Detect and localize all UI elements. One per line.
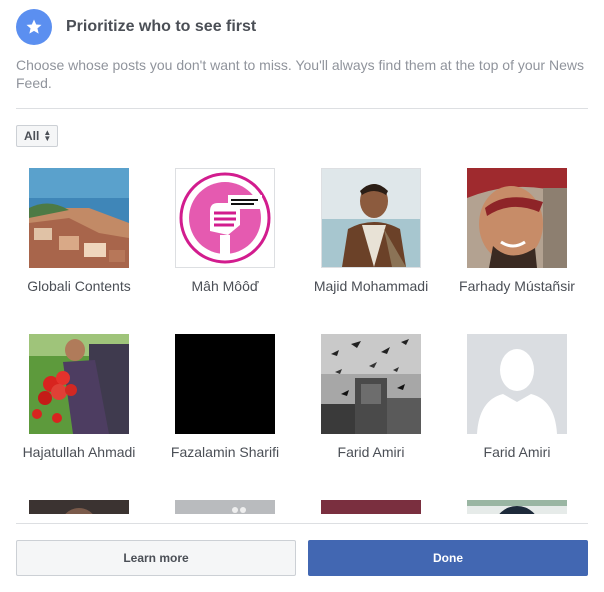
profile-photo — [467, 168, 567, 268]
star-icon — [16, 9, 52, 45]
sort-arrows-icon: ▲ ▼ — [43, 128, 52, 143]
profile-photo — [29, 168, 129, 268]
divider — [16, 523, 588, 524]
person-card[interactable]: Majid Mohammadi — [298, 168, 444, 294]
person-name: Farid Amiri — [337, 444, 405, 460]
filter-dropdown[interactable]: All ▲ ▼ — [16, 125, 59, 147]
dialog-header: Prioritize who to see first — [16, 9, 256, 45]
person-card[interactable]: Mâh Môôď — [152, 168, 298, 294]
filter-selected-value: All — [24, 129, 40, 143]
dialog-description: Choose whose posts you don't want to mis… — [16, 57, 584, 91]
person-name: Majid Mohammadi — [313, 278, 429, 294]
profile-photo — [321, 168, 421, 268]
person-card[interactable] — [6, 500, 152, 514]
profile-photo — [175, 334, 275, 434]
learn-more-button[interactable]: Learn more — [16, 540, 296, 576]
person-name: Globali Contents — [27, 278, 131, 294]
done-button[interactable]: Done — [308, 540, 588, 576]
person-name: Hajatullah Ahmadi — [22, 444, 136, 460]
person-card[interactable]: Fazalamin Sharifi — [152, 334, 298, 460]
person-name: Farid Amiri — [483, 444, 551, 460]
default-avatar-icon — [467, 334, 567, 434]
person-card[interactable]: Farid Amiri — [444, 334, 590, 460]
person-card[interactable]: Globali Contents — [6, 168, 152, 294]
person-name: Farhady Mústañsir — [459, 278, 575, 294]
profile-photo — [175, 168, 275, 268]
profile-photo — [467, 500, 567, 514]
person-name: Fazalamin Sharifi — [170, 444, 280, 460]
profile-photo — [321, 334, 421, 434]
person-card[interactable]: Hajatullah Ahmadi — [6, 334, 152, 460]
person-card[interactable] — [152, 500, 298, 514]
person-name: Mâh Môôď — [191, 278, 259, 294]
people-grid: Globali Contents Mâh Môôď Majid Mohammad… — [0, 160, 604, 514]
person-card[interactable] — [444, 500, 590, 514]
divider — [16, 108, 588, 109]
dialog-title: Prioritize who to see first — [66, 18, 257, 35]
profile-photo — [175, 500, 275, 514]
person-card[interactable]: Farid Amiri — [298, 334, 444, 460]
profile-photo — [321, 500, 421, 514]
person-card[interactable]: Farhady Mústañsir — [444, 168, 590, 294]
profile-photo — [29, 500, 129, 514]
profile-photo — [29, 334, 129, 434]
person-card[interactable] — [298, 500, 444, 514]
